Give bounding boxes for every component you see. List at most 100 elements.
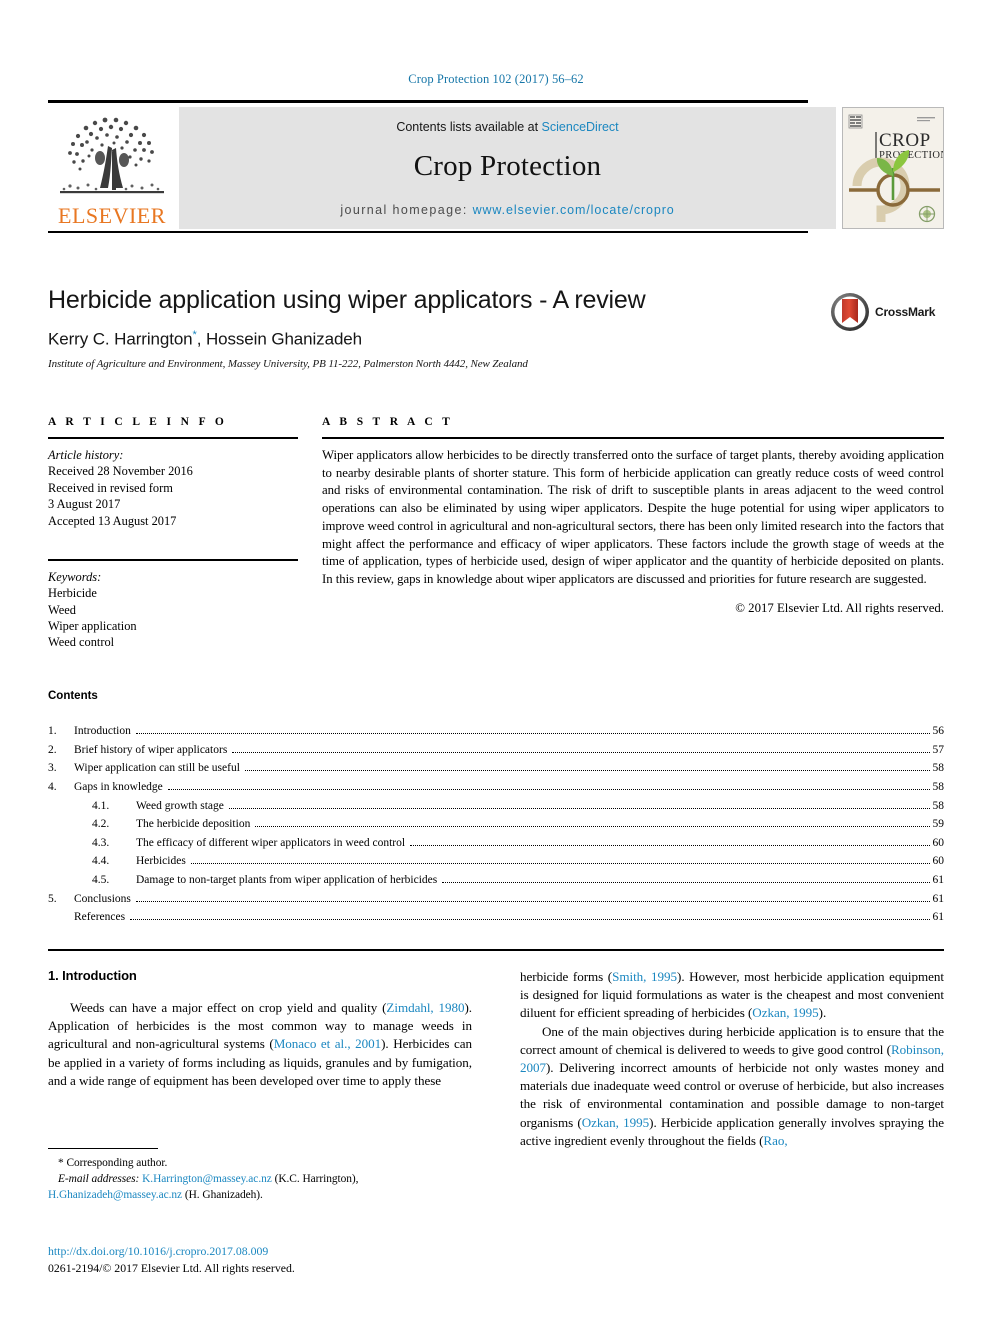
text-run: herbicide forms ( xyxy=(520,969,613,984)
toc-entry-label[interactable]: The herbicide deposition xyxy=(136,815,250,834)
email-link[interactable]: H.Ghanizadeh@ xyxy=(48,1189,123,1201)
toc-entry-label[interactable]: Herbicides xyxy=(136,852,186,871)
toc-entry-label[interactable]: The efficacy of different wiper applicat… xyxy=(136,834,405,853)
toc-entry-label[interactable]: Conclusions xyxy=(74,890,131,909)
body-column-right: herbicide forms (Smith, 1995). However, … xyxy=(520,968,944,1150)
toc-entry-label[interactable]: Damage to non-target plants from wiper a… xyxy=(136,871,437,890)
toc-entry-number: 4.5. xyxy=(92,874,110,886)
homepage-url-link[interactable]: www.elsevier.com/locate/cropro xyxy=(473,203,675,217)
abstract-copyright: © 2017 Elsevier Ltd. All rights reserved… xyxy=(735,600,944,615)
body-paragraph: herbicide forms (Smith, 1995). However, … xyxy=(520,968,944,1023)
crossmark-icon xyxy=(831,293,869,331)
toc-entry-label[interactable]: Gaps in knowledge xyxy=(74,778,163,797)
body-columns: 1. Introduction Weeds can have a major e… xyxy=(48,968,944,1150)
keywords-block: Keywords: Herbicide Weed Wiper applicati… xyxy=(48,569,298,651)
issn-copyright: 0261-2194/© 2017 Elsevier Ltd. All right… xyxy=(48,1260,295,1275)
toc-entry-number: 4. xyxy=(48,780,57,793)
citation-link[interactable]: Ozkan, 1995 xyxy=(582,1115,649,1130)
toc-entry[interactable]: 4. Gaps in knowledge 58 xyxy=(48,778,944,797)
toc-entry-number: 5. xyxy=(48,892,57,905)
toc-entry[interactable]: 3. Wiper application can still be useful 5… xyxy=(48,759,944,778)
toc-page-number: 61 xyxy=(932,892,945,905)
citation-link[interactable]: Zimdahl, 1980 xyxy=(386,1000,464,1015)
page-title: Herbicide application using wiper applic… xyxy=(48,286,646,314)
crop-protection-cover-icon: CROP PROTECTION xyxy=(843,108,943,228)
info-abstract-row: A R T I C L E I N F O Article history: R… xyxy=(48,416,944,651)
toc-entry-label[interactable]: Brief history of wiper applicators xyxy=(74,741,227,760)
author-first: Kerry C. Harrington xyxy=(48,329,193,349)
keyword-item: Weed control xyxy=(48,635,115,650)
doi-link[interactable]: http://dx.doi.org/10.1016/j.cropro.2017.… xyxy=(48,1243,478,1260)
toc-entry[interactable]: 5. Conclusions 61 xyxy=(48,890,944,909)
toc-entry[interactable]: References 61 xyxy=(48,908,944,927)
toc-page-number: 60 xyxy=(932,855,945,868)
sciencedirect-link[interactable]: ScienceDirect xyxy=(542,120,619,134)
footnote-block: * Corresponding author. E-mail addresses… xyxy=(48,1148,472,1204)
toc-entry-label[interactable]: References xyxy=(74,908,125,927)
toc-dot-leader xyxy=(244,769,930,772)
toc-entry-label[interactable]: Weed growth stage xyxy=(136,797,224,816)
elsevier-tree-icon xyxy=(60,117,164,194)
journal-cover-thumbnail[interactable]: CROP PROTECTION xyxy=(842,107,944,229)
keywords-rule xyxy=(48,558,298,561)
toc-page-number: 58 xyxy=(932,799,945,812)
contents-available-line: Contents lists available at ScienceDirec… xyxy=(396,120,618,134)
paper-page: Crop Protection 102 (2017) 56–62 ELSEVIE… xyxy=(0,0,992,1323)
article-history-line: 3 August 2017 xyxy=(48,497,121,512)
toc-dot-leader xyxy=(190,862,930,865)
text-run: ). xyxy=(818,1005,827,1021)
toc-entry-label[interactable]: Wiper application can still be useful xyxy=(74,759,240,778)
citation-link[interactable]: Smith, 1995 xyxy=(612,969,677,984)
toc-entry[interactable]: 4.2. The herbicide deposition 59 xyxy=(48,815,944,834)
keywords-title: Keywords: xyxy=(48,569,102,584)
body-paragraph: One of the main objectives during herbic… xyxy=(520,1023,944,1150)
email-link[interactable]: K.Harrington@massey.ac.nz xyxy=(142,1173,272,1185)
corresponding-author-note: * Corresponding author. xyxy=(58,1157,168,1169)
article-history-line: Received 28 November 2016 xyxy=(48,464,193,479)
crossmark-badge[interactable]: CrossMark xyxy=(830,290,940,334)
table-of-contents: Contents 1. Introduction 56 2. Brief history… xyxy=(48,690,944,951)
toc-entry-number: 4.1. xyxy=(92,799,110,812)
toc-page-number: 61 xyxy=(932,911,945,924)
abstract-text: Wiper applicators allow herbicides to be… xyxy=(322,448,944,587)
svg-text:CROP: CROP xyxy=(879,130,931,151)
toc-page-number: 57 xyxy=(932,743,945,756)
toc-entry-label[interactable]: Introduction xyxy=(74,722,131,741)
running-head: Crop Protection 102 (2017) 56–62 xyxy=(408,72,584,86)
footer-block: http://dx.doi.org/10.1016/j.cropro.2017.… xyxy=(48,1243,478,1277)
toc-dot-leader xyxy=(130,918,930,921)
article-info-heading: A R T I C L E I N F O xyxy=(48,416,228,428)
elsevier-wordmark: ELSEVIER xyxy=(58,203,166,228)
toc-page-number: 60 xyxy=(932,836,945,849)
journal-band: Contents lists available at ScienceDirec… xyxy=(179,107,836,229)
body-column-left: 1. Introduction Weeds can have a major e… xyxy=(48,968,472,1150)
masthead-bottom-rule xyxy=(48,231,808,233)
citation-link[interactable]: Rao, xyxy=(763,1133,787,1148)
toc-dot-leader xyxy=(228,807,930,809)
citation-link[interactable]: Ozkan, 1995 xyxy=(752,1005,818,1020)
contents-heading: Contents xyxy=(48,690,98,702)
toc-entry-number: 1. xyxy=(48,725,57,737)
email-label: E-mail addresses: xyxy=(58,1173,140,1186)
toc-dot-leader xyxy=(255,825,930,828)
email-link-cont[interactable]: massey.ac.nz xyxy=(123,1189,182,1201)
toc-entry[interactable]: 4.5. Damage to non-target plants from wip… xyxy=(48,871,944,890)
toc-entry[interactable]: 2. Brief history of wiper applicators 57 xyxy=(48,741,944,760)
toc-dot-leader xyxy=(135,732,930,734)
journal-title: Crop Protection xyxy=(413,149,602,182)
text-run: One of the main objectives during herbic… xyxy=(520,1023,944,1057)
keyword-item: Weed xyxy=(48,602,76,617)
journal-masthead: ELSEVIER Contents lists available at Sci… xyxy=(48,100,944,233)
citation-link[interactable]: Monaco et al., 2001 xyxy=(274,1036,381,1051)
toc-entry-number: 2. xyxy=(48,743,57,756)
toc-entry[interactable]: 1. Introduction 56 xyxy=(48,722,944,741)
toc-entry[interactable]: 4.3. The efficacy of different wiper appl… xyxy=(48,834,944,853)
article-history-line: Accepted 13 August 2017 xyxy=(48,513,177,528)
toc-dot-leader xyxy=(410,844,930,846)
keyword-item: Herbicide xyxy=(48,586,97,601)
author-list: Kerry C. Harrington*, Hossein Ghanizadeh xyxy=(48,329,808,350)
section-heading-introduction: 1. Introduction xyxy=(48,968,137,983)
keyword-item: Wiper application xyxy=(48,619,137,633)
toc-entry[interactable]: 4.4. Herbicides 60 xyxy=(48,852,944,871)
toc-entry[interactable]: 4.1. Weed growth stage 58 xyxy=(48,797,944,816)
